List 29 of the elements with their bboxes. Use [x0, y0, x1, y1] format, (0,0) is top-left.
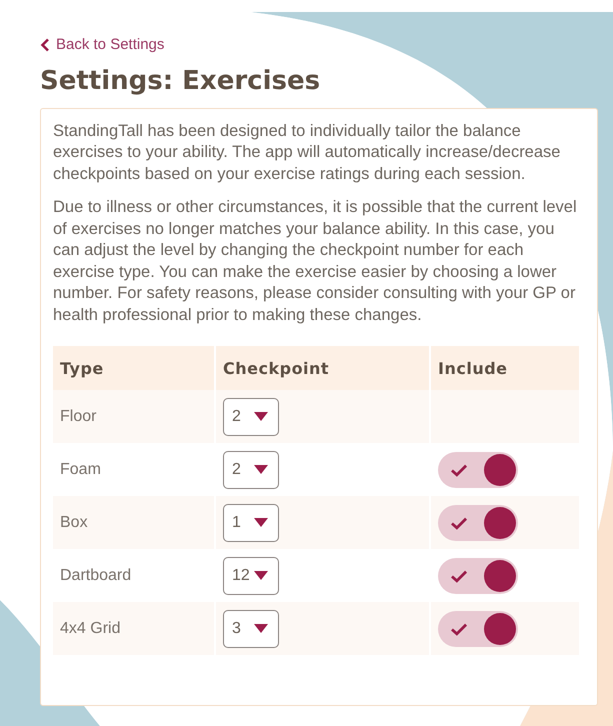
column-header: Include: [431, 346, 579, 390]
table-cell: 4x4 Grid: [53, 602, 214, 655]
back-link[interactable]: Back to Settings: [40, 36, 164, 53]
column-header: Checkpoint: [216, 346, 429, 390]
caret-icon: [254, 465, 268, 474]
checkmark-icon: [450, 464, 468, 476]
table-cell: Floor: [53, 390, 214, 443]
checkpoint-dropdown[interactable]: 2: [223, 450, 279, 488]
description-text: Due to illness or other circumstances, it is possible that the current level of exercises no longer matches your balance ability. In this case, you can adjust the level by changing the checkpoint number for each exercise type. You can make the exercise easier by choosing a lower number. For safety reasons, please consider consulting with your GP or health professional prior to making these changes.: [53, 197, 578, 326]
caret-icon: [254, 412, 268, 421]
chevron-left-icon: [40, 38, 50, 52]
checkpoint-dropdown[interactable]: 2: [223, 398, 279, 436]
checkmark-icon: [450, 570, 468, 582]
checkpoint-dropdown[interactable]: 3: [223, 610, 279, 648]
include-toggle[interactable]: [438, 610, 518, 646]
description-text: StandingTall has been designed to individually tailor the balance exercises to your ability. The app will automatically increase/decrease checkpoints based on your exercise ratings during each session.: [53, 120, 562, 184]
checkpoint-dropdown[interactable]: 12: [223, 556, 279, 594]
checkmark-icon: [450, 516, 468, 530]
include-toggle[interactable]: [438, 452, 518, 488]
caret-icon: [254, 518, 268, 527]
checkpoint-dropdown[interactable]: 1: [223, 504, 279, 542]
caret-icon: [254, 571, 268, 580]
column-header: Type: [53, 346, 214, 390]
include-toggle[interactable]: [438, 504, 518, 540]
checkmark-icon: [450, 622, 468, 636]
caret-icon: [254, 624, 268, 633]
page-title: Settings: Exercises: [40, 66, 322, 96]
include-toggle[interactable]: [438, 558, 518, 594]
table-cell: Box: [53, 496, 214, 549]
